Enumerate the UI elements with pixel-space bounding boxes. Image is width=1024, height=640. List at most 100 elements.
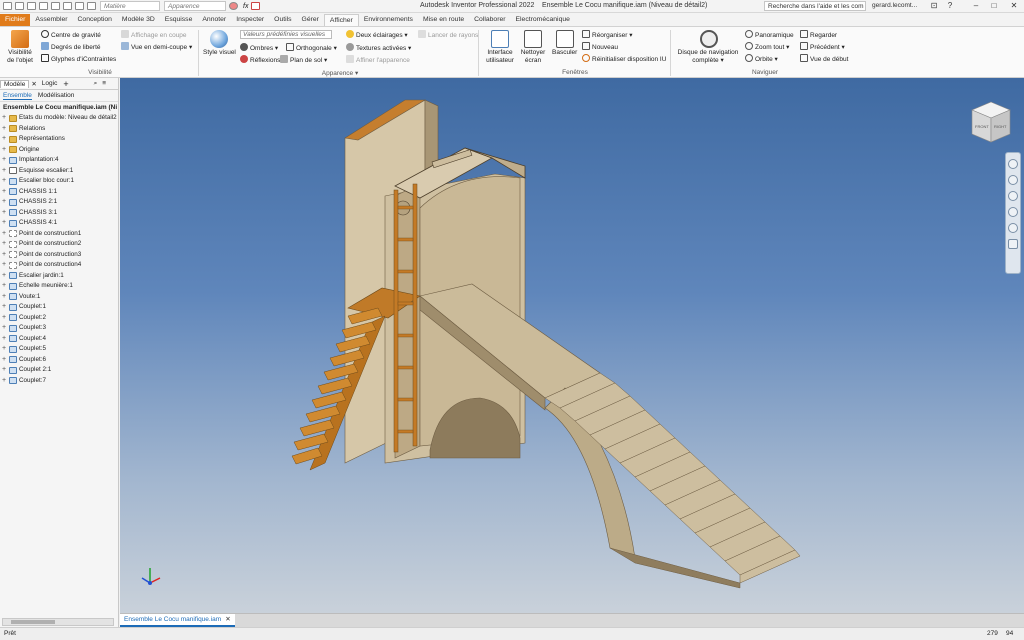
- material-select[interactable]: Matière: [100, 1, 160, 11]
- expand-icon[interactable]: +: [2, 166, 8, 177]
- ribbon-tab-collaborer[interactable]: Collaborer: [469, 14, 510, 26]
- zoom-all-button[interactable]: Zoom tout ▾: [745, 42, 789, 51]
- expand-icon[interactable]: +: [2, 155, 8, 166]
- look-at-icon[interactable]: [1008, 223, 1018, 233]
- tree-root[interactable]: Ensemble Le Cocu manifique.iam (Ni: [0, 102, 118, 113]
- tree-item[interactable]: + Escalier jardin:1: [0, 271, 118, 282]
- tab-model[interactable]: Modèle: [0, 79, 30, 88]
- tree-item[interactable]: + CHASSIS 3:1: [0, 208, 118, 219]
- ribbon-tab-fichier[interactable]: Fichier: [0, 14, 31, 26]
- clean-screen-button[interactable]: Nettoyer écran: [519, 49, 547, 65]
- adjust-appearance-icon[interactable]: [229, 2, 238, 10]
- expand-icon[interactable]: +: [2, 334, 8, 345]
- tree-item[interactable]: + Couplet:6: [0, 355, 118, 366]
- navigation-wheel-button[interactable]: Disque de navigation complète ▾: [676, 49, 740, 65]
- object-visibility-button[interactable]: Visibilité de l'objet: [5, 49, 35, 65]
- navbar-settings-icon[interactable]: [1008, 239, 1018, 249]
- expand-icon[interactable]: +: [2, 260, 8, 271]
- expand-icon[interactable]: +: [2, 187, 8, 198]
- appearance-select[interactable]: Apparence: [164, 1, 226, 11]
- ribbon-tab-g-rer[interactable]: Gérer: [297, 14, 324, 26]
- tree-item[interactable]: + Représentations: [0, 134, 118, 145]
- gravity-center-button[interactable]: Centre de gravité: [41, 30, 101, 39]
- user-interface-button[interactable]: Interface utilisateur: [484, 49, 516, 65]
- user-account[interactable]: gerard.lecomt...: [872, 2, 917, 9]
- subtab-assembly[interactable]: Ensemble: [3, 92, 32, 100]
- tree-item[interactable]: + CHASSIS 2:1: [0, 197, 118, 208]
- maximize-icon[interactable]: □: [988, 1, 1000, 11]
- expand-icon[interactable]: +: [2, 176, 8, 187]
- tree-item[interactable]: + Etats du modèle: Niveau de détail2: [0, 113, 118, 124]
- arrange-button[interactable]: Réorganiser ▾: [582, 30, 633, 39]
- new-file-icon[interactable]: [3, 2, 12, 10]
- orthographic-button[interactable]: Orthogonale ▾: [286, 43, 337, 52]
- ribbon-tab-afficher[interactable]: Afficher: [323, 14, 359, 26]
- expand-icon[interactable]: +: [2, 271, 8, 282]
- previous-button[interactable]: Précédent ▾: [800, 42, 845, 51]
- tree-item[interactable]: + Couplet:1: [0, 302, 118, 313]
- section-view-button[interactable]: Affichage en coupe: [121, 30, 187, 39]
- document-tab[interactable]: Ensemble Le Cocu manifique.iam ✕: [120, 614, 235, 627]
- expand-icon[interactable]: +: [2, 145, 8, 156]
- tree-item[interactable]: + Couplet:5: [0, 344, 118, 355]
- expand-icon[interactable]: +: [2, 365, 8, 376]
- horizontal-scrollbar[interactable]: [2, 618, 114, 626]
- tree-item[interactable]: + Point de construction2: [0, 239, 118, 250]
- expand-icon[interactable]: +: [2, 292, 8, 303]
- tree-item[interactable]: + Implantation:4: [0, 155, 118, 166]
- ribbon-tab-outils[interactable]: Outils: [269, 14, 296, 26]
- expand-icon[interactable]: +: [2, 302, 8, 313]
- reflections-button[interactable]: Réflexions ▾: [240, 55, 285, 64]
- tree-item[interactable]: + Couplet:2: [0, 313, 118, 324]
- tree-item[interactable]: + Voute:1: [0, 292, 118, 303]
- pan-button[interactable]: Panoramique: [745, 30, 794, 39]
- refine-appearance-button[interactable]: Affiner l'apparence: [346, 55, 410, 64]
- reset-ui-button[interactable]: Réinitialiser disposition IU: [582, 54, 666, 63]
- home-view-button[interactable]: Vue de début: [800, 54, 848, 63]
- tree-item[interactable]: + Echelle meunière:1: [0, 281, 118, 292]
- tree-item[interactable]: + Point de construction3: [0, 250, 118, 261]
- expand-icon[interactable]: +: [2, 250, 8, 261]
- select-icon[interactable]: [75, 2, 84, 10]
- home-icon[interactable]: [63, 2, 72, 10]
- dof-button[interactable]: Degrés de liberté: [41, 42, 101, 51]
- cart-icon[interactable]: ⊡: [928, 1, 940, 11]
- pan-hand-icon[interactable]: [1008, 175, 1018, 185]
- textures-button[interactable]: Textures activées ▾: [346, 43, 411, 52]
- help-search-input[interactable]: Recherche dans l'aide et les com: [764, 1, 866, 11]
- expand-icon[interactable]: +: [2, 281, 8, 292]
- tree-item[interactable]: + Couplet 2:1: [0, 365, 118, 376]
- add-tab-icon[interactable]: +: [60, 79, 71, 89]
- expand-icon[interactable]: +: [2, 208, 8, 219]
- shadows-button[interactable]: Ombres ▾: [240, 43, 278, 52]
- tree-item[interactable]: + CHASSIS 4:1: [0, 218, 118, 229]
- expand-icon[interactable]: +: [2, 313, 8, 324]
- undo-icon[interactable]: [39, 2, 48, 10]
- tree-item[interactable]: + Esquisse escalier:1: [0, 166, 118, 177]
- expand-icon[interactable]: +: [2, 355, 8, 366]
- subtab-modeling[interactable]: Modélisation: [38, 92, 75, 99]
- tree-item[interactable]: + Couplet:7: [0, 376, 118, 387]
- search-icon[interactable]: ⌕: [94, 80, 98, 88]
- expand-icon[interactable]: +: [2, 376, 8, 387]
- visual-presets-select[interactable]: Valeurs prédéfinies visuelles: [240, 30, 332, 39]
- open-file-icon[interactable]: [15, 2, 24, 10]
- half-view-button[interactable]: Vue en demi-coupe ▾: [121, 42, 192, 51]
- expand-icon[interactable]: +: [2, 229, 8, 240]
- model-3d-view[interactable]: [120, 78, 1024, 613]
- tree-item[interactable]: + Escalier bloc cour:1: [0, 176, 118, 187]
- close-tab-icon[interactable]: ✕: [29, 80, 38, 88]
- minimize-icon[interactable]: –: [970, 1, 982, 11]
- constraint-glyphs-button[interactable]: Glyphes d'iContraintes: [41, 54, 116, 63]
- update-icon[interactable]: [251, 2, 261, 10]
- fx-button[interactable]: fx: [243, 3, 248, 10]
- expand-icon[interactable]: +: [2, 113, 8, 124]
- close-icon[interactable]: ✕: [1008, 1, 1020, 11]
- ribbon-tab-inspecter[interactable]: Inspecter: [231, 14, 269, 26]
- help-icon[interactable]: ?: [944, 1, 956, 11]
- expand-icon[interactable]: +: [2, 218, 8, 229]
- ribbon-tab-esquisse[interactable]: Esquisse: [160, 14, 198, 26]
- ground-plane-button[interactable]: Plan de sol ▾: [280, 55, 327, 64]
- new-window-button[interactable]: Nouveau: [582, 42, 618, 51]
- visual-style-button[interactable]: Style visuel: [203, 49, 236, 56]
